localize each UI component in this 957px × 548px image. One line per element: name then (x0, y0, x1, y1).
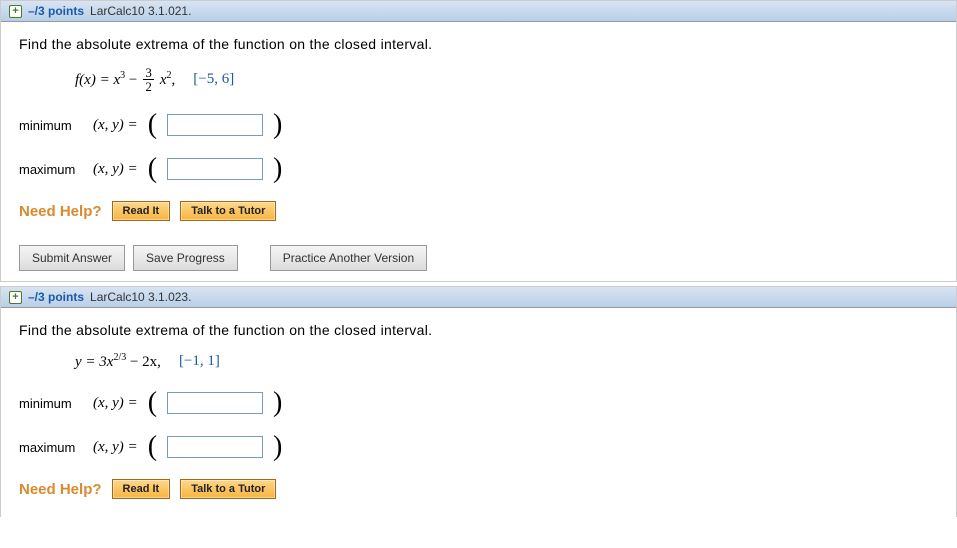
practice-another-button[interactable]: Practice Another Version (270, 245, 427, 271)
row-equation: (x, y) = (93, 117, 138, 134)
need-help-label: Need Help? (19, 481, 102, 498)
close-paren: ) (273, 155, 282, 183)
open-paren: ( (148, 389, 157, 417)
row-label: minimum (19, 118, 83, 133)
close-paren: ) (273, 111, 282, 139)
formula: y = 3x2/3 − 2x, [−1, 1] (75, 352, 938, 371)
read-it-button[interactable]: Read It (112, 479, 171, 499)
expand-icon[interactable]: + (9, 5, 22, 18)
maximum-input[interactable] (167, 158, 263, 180)
question-body: Find the absolute extrema of the functio… (1, 22, 956, 281)
points-label: –/3 points (28, 290, 84, 304)
question-body: Find the absolute extrema of the functio… (1, 308, 956, 517)
formula: f(x) = x3 − 3 2 x2, [−5, 6] (75, 66, 938, 93)
interval: [−1, 1] (179, 353, 220, 370)
minimum-input[interactable] (167, 392, 263, 414)
row-equation: (x, y) = (93, 395, 138, 412)
interval: [−5, 6] (193, 71, 234, 88)
row-equation: (x, y) = (93, 439, 138, 456)
answer-row-maximum: maximum (x, y) = ( ) (19, 155, 938, 183)
row-label: minimum (19, 396, 83, 411)
save-progress-button[interactable]: Save Progress (133, 245, 238, 271)
question-reference: LarCalc10 3.1.023. (90, 290, 191, 304)
need-help-row: Need Help? Read It Talk to a Tutor (19, 201, 938, 221)
close-paren: ) (273, 433, 282, 461)
question-prompt: Find the absolute extrema of the functio… (19, 322, 938, 338)
question-header: + –/3 points LarCalc10 3.1.023. (1, 287, 956, 308)
talk-to-tutor-button[interactable]: Talk to a Tutor (180, 201, 276, 221)
question-prompt: Find the absolute extrema of the functio… (19, 36, 938, 52)
answer-row-maximum: maximum (x, y) = ( ) (19, 433, 938, 461)
row-equation: (x, y) = (93, 161, 138, 178)
need-help-label: Need Help? (19, 203, 102, 220)
question-card: + –/3 points LarCalc10 3.1.021. Find the… (0, 0, 957, 282)
open-paren: ( (148, 111, 157, 139)
expand-icon[interactable]: + (9, 291, 22, 304)
row-label: maximum (19, 440, 83, 455)
talk-to-tutor-button[interactable]: Talk to a Tutor (180, 479, 276, 499)
submit-answer-button[interactable]: Submit Answer (19, 245, 125, 271)
maximum-input[interactable] (167, 436, 263, 458)
open-paren: ( (148, 155, 157, 183)
need-help-row: Need Help? Read It Talk to a Tutor (19, 479, 938, 499)
action-row: Submit Answer Save Progress Practice Ano… (19, 245, 938, 271)
open-paren: ( (148, 433, 157, 461)
question-card: + –/3 points LarCalc10 3.1.023. Find the… (0, 286, 957, 517)
question-reference: LarCalc10 3.1.021. (90, 4, 191, 18)
points-label: –/3 points (28, 4, 84, 18)
answer-row-minimum: minimum (x, y) = ( ) (19, 389, 938, 417)
answer-row-minimum: minimum (x, y) = ( ) (19, 111, 938, 139)
close-paren: ) (273, 389, 282, 417)
question-header: + –/3 points LarCalc10 3.1.021. (1, 1, 956, 22)
minimum-input[interactable] (167, 114, 263, 136)
read-it-button[interactable]: Read It (112, 201, 171, 221)
fraction: 3 2 (143, 66, 154, 93)
row-label: maximum (19, 162, 83, 177)
